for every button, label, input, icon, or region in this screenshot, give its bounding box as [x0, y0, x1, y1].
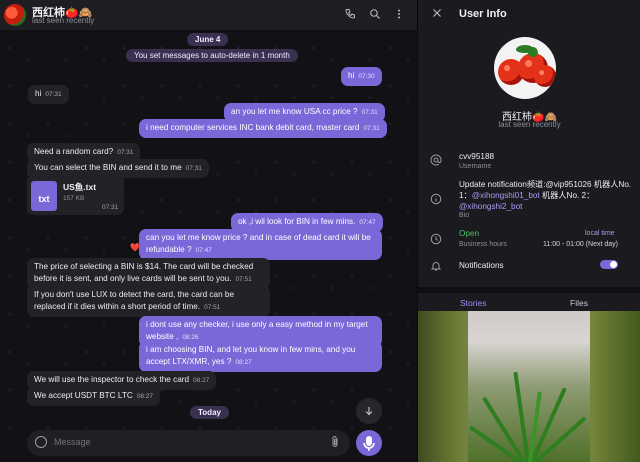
search-icon[interactable]	[368, 8, 382, 22]
more-menu-icon[interactable]	[392, 8, 406, 22]
avatar[interactable]	[4, 4, 26, 26]
profile-avatar[interactable]	[494, 37, 556, 99]
notifications-label: Notifications	[459, 261, 504, 270]
message-composer[interactable]	[27, 430, 350, 456]
bio-middle: 机器人No. 2：	[539, 191, 595, 200]
txt-file-icon[interactable]: txt	[31, 181, 57, 211]
message-time: 07:31	[361, 109, 378, 116]
message-time: 07:30	[358, 73, 375, 80]
message-text: We accept USDT BTC LTC	[34, 391, 133, 400]
microphone-icon	[363, 436, 375, 451]
message-text: The price of selecting a BIN is $14. The…	[34, 262, 254, 283]
message-time: 07:31	[117, 149, 134, 156]
message-text: You can select the BIN and send it to me	[34, 163, 182, 172]
file-message[interactable]: txt US鱼.txt 157 KB 07:31	[27, 175, 124, 215]
info-circle-icon	[430, 193, 442, 205]
message-text: hi	[348, 71, 355, 80]
emoji-icon[interactable]	[35, 436, 47, 448]
tab-stories[interactable]: Stories	[460, 298, 486, 308]
system-message: You set messages to auto-delete in 1 mon…	[126, 49, 298, 62]
file-name[interactable]: US鱼.txt	[63, 181, 96, 193]
message-time: 07:31	[363, 125, 380, 132]
local-time-toggle[interactable]: local time	[585, 230, 615, 237]
chat-status: last seen recently	[32, 16, 95, 25]
message-time: 07:31	[45, 91, 62, 98]
microphone-button[interactable]	[356, 430, 382, 456]
message-in[interactable]: hi 07:31	[28, 85, 69, 104]
bio-link-bot2[interactable]: @xihongshi2_bot	[459, 202, 522, 211]
message-in[interactable]: We accept USDT BTC LTC 08:27	[27, 387, 161, 406]
message-text: We will use the inspector to check the c…	[34, 375, 190, 384]
bell-icon	[430, 260, 442, 272]
message-text: hi	[35, 89, 42, 98]
message-time: 07:51	[235, 276, 252, 283]
chat-header[interactable]: 西红柿🍅🙈 last seen recently	[0, 0, 417, 30]
file-size: 157 KB	[63, 195, 85, 202]
message-time: 08:27	[193, 377, 210, 384]
message-time: 08:26	[182, 334, 199, 341]
chat-pane: 西红柿🍅🙈 last seen recently June 4 You set …	[0, 0, 417, 462]
bio-link-bot1[interactable]: @xihongshi01_bot	[472, 191, 540, 200]
notifications-toggle[interactable]	[600, 260, 618, 269]
message-in[interactable]: If you don't use LUX to detect the card,…	[27, 286, 270, 317]
bio-label: Bio	[459, 212, 470, 219]
message-time: 08:27	[235, 359, 252, 366]
clock-icon	[430, 233, 442, 245]
bio-text[interactable]: Update notification频道:@vip951026 机器人No. …	[459, 179, 634, 212]
info-header: User Info	[418, 0, 640, 30]
phone-icon[interactable]	[343, 8, 357, 22]
business-hours-label: Business hours	[459, 241, 507, 248]
message-out[interactable]: can you let me know price ? and in case …	[139, 229, 382, 260]
open-status: Open	[459, 229, 480, 238]
message-text: i need computer services INC bank debit …	[146, 123, 360, 132]
message-text: ok ,i wil look for BIN in few mins.	[238, 217, 356, 226]
at-sign-icon	[430, 154, 442, 166]
scroll-down-button[interactable]	[356, 398, 382, 424]
message-list[interactable]: June 4 You set messages to auto-delete i…	[0, 30, 417, 425]
username-label: Username	[459, 163, 492, 170]
message-text: an you let me know USA cc price ?	[231, 107, 358, 116]
message-time: 07:51	[204, 304, 221, 311]
message-time: 07:31	[185, 165, 202, 172]
heart-reaction[interactable]: ❤️	[130, 243, 140, 252]
panel-title: User Info	[459, 8, 507, 20]
close-icon[interactable]	[430, 7, 444, 21]
business-hours-value: 11:00 - 01:00 (Next day)	[543, 241, 618, 248]
date-separator: Today	[190, 406, 229, 419]
paperclip-icon[interactable]	[330, 435, 340, 452]
username-value[interactable]: cvv95188	[459, 151, 494, 162]
message-time: 07:47	[195, 247, 212, 254]
message-time: 07:31	[102, 204, 119, 211]
message-out[interactable]: i need computer services INC bank debit …	[139, 119, 387, 138]
message-out[interactable]: hi 07:30	[341, 67, 382, 86]
message-text: Need a random card?	[34, 147, 114, 156]
message-in[interactable]: The price of selecting a BIN is $14. The…	[27, 258, 270, 289]
date-separator: June 4	[187, 33, 229, 46]
story-thumbnail[interactable]	[418, 311, 640, 462]
user-info-panel: User Info 西红柿🍅🙈 last seen recently cvv95…	[417, 0, 640, 462]
message-time: 08:27	[136, 393, 154, 400]
message-text: can you let me know price ? and in case …	[146, 233, 371, 254]
message-text: i dont use any checker, i use only a eas…	[146, 320, 368, 341]
profile-status: last seen recently	[498, 120, 561, 129]
message-input[interactable]	[54, 437, 324, 447]
message-time: 07:47	[359, 219, 376, 226]
tab-files[interactable]: Files	[570, 298, 588, 308]
message-out[interactable]: i am choosing BIN, and let you know in f…	[139, 341, 382, 372]
